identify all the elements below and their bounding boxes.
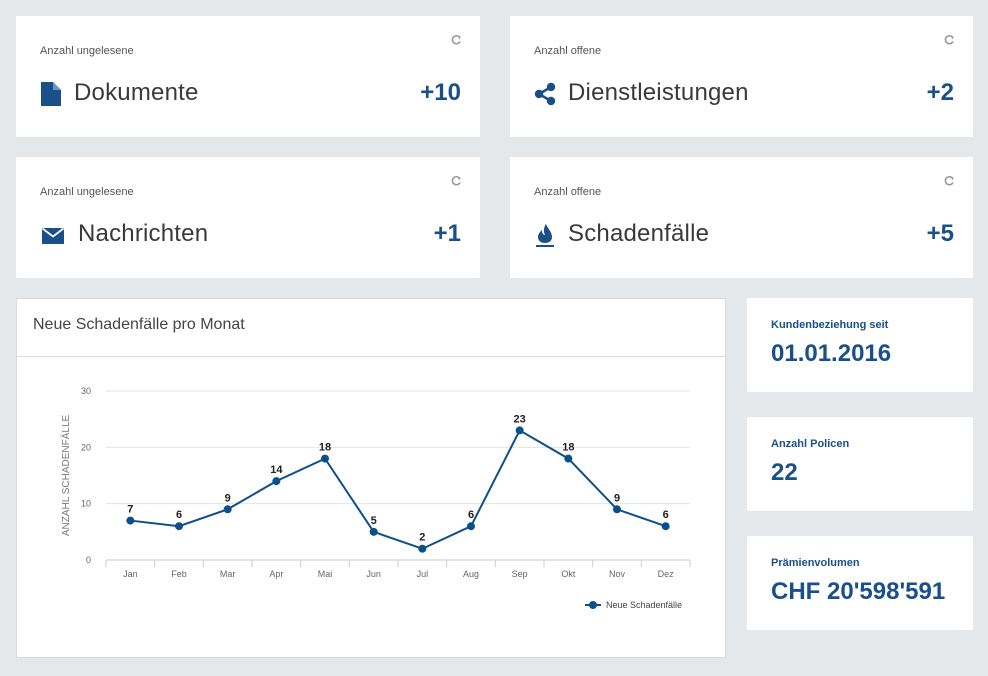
card-dokumente[interactable]: Anzahl ungelesene Dokumente +10 — [16, 16, 480, 137]
data-point — [223, 505, 232, 514]
data-label: 5 — [371, 515, 377, 527]
x-tick-label: Nov — [609, 569, 626, 579]
legend-marker — [589, 601, 597, 609]
refresh-icon[interactable] — [450, 175, 462, 187]
customer-since-card: Kundenbeziehung seit 01.01.2016 — [747, 298, 973, 392]
policies-value: 22 — [771, 459, 798, 486]
data-label: 9 — [614, 492, 620, 504]
x-tick-label: Apr — [269, 569, 283, 579]
x-tick-label: Dez — [658, 569, 675, 579]
data-point — [564, 454, 573, 463]
y-axis-title: ANZAHL SCHADENFÄLLE — [60, 415, 72, 537]
series-line — [130, 429, 666, 550]
data-label: 14 — [270, 464, 283, 476]
customer-since-label: Kundenbeziehung seit — [771, 319, 889, 331]
chart-panel: Neue Schadenfälle pro Monat 0 10 20 30 Jan Fe… — [16, 298, 726, 658]
data-point — [418, 544, 427, 553]
data-point — [369, 527, 378, 536]
card-title: Nachrichten — [78, 220, 209, 247]
data-point — [613, 505, 621, 514]
chart-header: Neue Schadenfälle pro Monat — [17, 299, 725, 357]
data-label: 9 — [225, 492, 231, 504]
y-tick-label: 20 — [81, 442, 91, 452]
data-label: 2 — [419, 532, 425, 544]
flame-icon — [536, 224, 554, 247]
data-point — [321, 454, 329, 463]
policies-label: Anzahl Policen — [771, 438, 850, 450]
refresh-icon[interactable] — [943, 175, 955, 187]
y-tick-label: 10 — [81, 499, 91, 509]
x-tick-label: Mai — [318, 569, 333, 579]
premium-card: Prämienvolumen CHF 20'598'591 — [747, 536, 973, 630]
envelope-icon — [41, 227, 65, 244]
x-tick-label: Okt — [561, 569, 576, 579]
data-point — [515, 426, 524, 435]
data-point — [126, 516, 135, 525]
data-label: 6 — [468, 509, 474, 521]
data-label: 6 — [176, 509, 182, 521]
x-tick-label: Mar — [220, 569, 236, 579]
data-point — [175, 522, 183, 531]
x-tick-label: Jun — [366, 569, 381, 579]
card-subtitle: Anzahl ungelesene — [40, 186, 134, 198]
premium-value: CHF 20'598'591 — [771, 578, 946, 605]
data-point — [661, 522, 670, 531]
x-tick-label: Jan — [123, 569, 138, 579]
card-count: +1 — [433, 220, 461, 247]
data-label: 18 — [319, 442, 331, 454]
chart-panel-title: Neue Schadenfälle pro Monat — [33, 316, 245, 333]
card-title: Dokumente — [74, 79, 199, 106]
document-icon — [41, 82, 61, 106]
card-title: Dienstleistungen — [568, 79, 749, 106]
card-count: +5 — [926, 220, 954, 247]
x-tick-label: Jul — [417, 569, 429, 579]
legend-label: Neue Schadenfälle — [606, 600, 682, 610]
data-label: 23 — [514, 413, 526, 425]
x-tick-label: Sep — [512, 569, 528, 579]
y-tick-label: 0 — [86, 555, 91, 565]
data-label: 7 — [127, 504, 133, 516]
customer-since-value: 01.01.2016 — [771, 340, 892, 367]
data-point — [467, 522, 475, 531]
share-icon — [534, 82, 556, 106]
premium-label: Prämienvolumen — [771, 557, 860, 569]
card-subtitle: Anzahl offene — [534, 186, 602, 198]
card-subtitle: Anzahl offene — [534, 45, 602, 57]
policies-card: Anzahl Policen 22 — [747, 417, 973, 511]
card-dienstleistungen[interactable]: Anzahl offene Dienstleistungen +2 — [510, 16, 973, 137]
claims-line-chart: 0 10 20 30 Jan Feb Mar Apr Mai Jun Jul Aug Sep Okt Nov… — [60, 386, 691, 610]
data-label: 18 — [562, 442, 574, 454]
x-tick-label: Aug — [463, 569, 479, 579]
data-label: 6 — [663, 509, 669, 521]
card-title: Schadenfälle — [568, 220, 710, 247]
card-subtitle: Anzahl ungelesene — [40, 45, 134, 57]
card-count: +2 — [926, 79, 954, 106]
card-schadenfaelle[interactable]: Anzahl offene Schadenfälle +5 — [510, 157, 973, 278]
x-tick-label: Feb — [171, 569, 187, 579]
refresh-icon[interactable] — [943, 34, 955, 46]
refresh-icon[interactable] — [450, 34, 462, 46]
y-tick-label: 30 — [81, 386, 91, 396]
card-count: +10 — [420, 79, 461, 106]
data-point — [272, 477, 281, 486]
card-nachrichten[interactable]: Anzahl ungelesene Nachrichten +1 — [16, 157, 480, 278]
